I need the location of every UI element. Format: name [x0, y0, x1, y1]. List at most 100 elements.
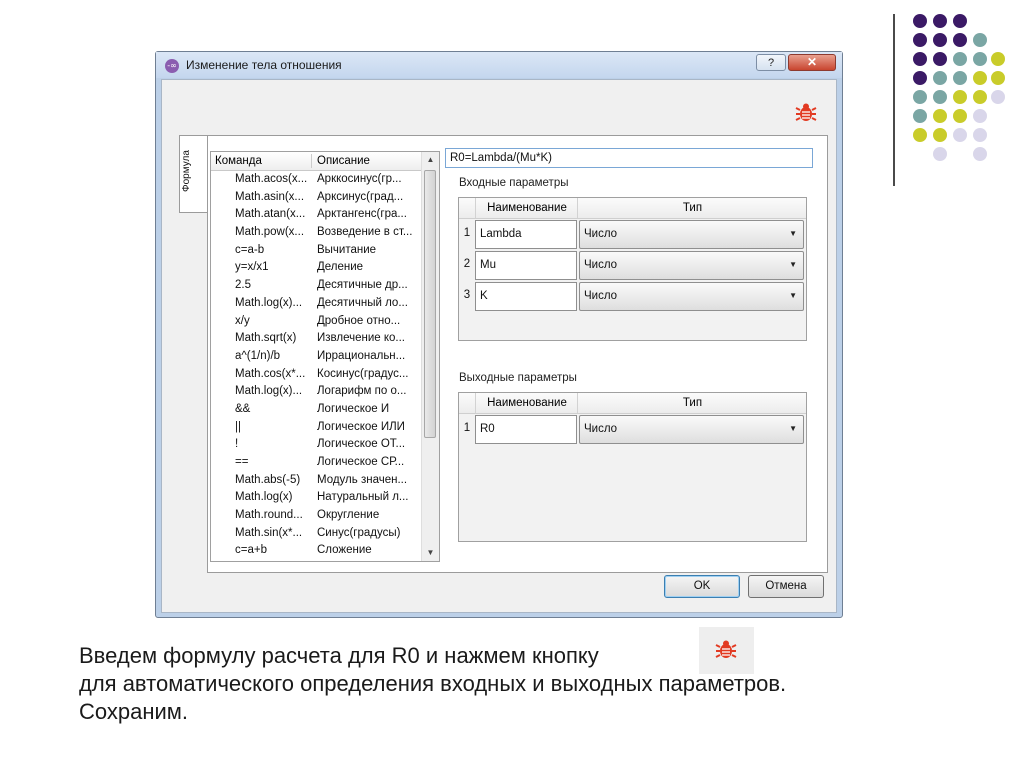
output-params-grid: Наименование Тип 1 R0 Число ▼: [458, 392, 807, 542]
command-cell: y=x/x1: [235, 261, 269, 274]
dropdown-arrow-icon[interactable]: ▼: [789, 229, 797, 238]
command-row[interactable]: Math.log(x)... Десятичный ло...: [211, 295, 422, 313]
row-number: 2: [463, 258, 471, 270]
description-cell: Десятичный ло...: [317, 296, 408, 309]
auto-detect-button[interactable]: [793, 100, 819, 126]
command-cell: Math.round...: [235, 509, 303, 522]
description-cell: Арктангенс(гра...: [317, 208, 407, 221]
cancel-button[interactable]: Отмена: [748, 575, 824, 598]
input-param-row: 3 K Число ▼: [459, 281, 806, 312]
command-cell: Math.pow(x...: [235, 226, 305, 239]
command-row[interactable]: Math.log(x) Натуральный л...: [211, 489, 422, 507]
command-row[interactable]: Math.pow(x... Возведение в ст...: [211, 224, 422, 242]
description-cell: Арксинус(град...: [317, 190, 404, 203]
command-row[interactable]: a^(1/n)/b Иррациональн...: [211, 348, 422, 366]
input-params-label: Входные параметры: [459, 177, 569, 189]
dropdown-arrow-icon[interactable]: ▼: [789, 260, 797, 269]
command-list-header: Команда Описание: [211, 152, 422, 171]
input-params-grid: Наименование Тип 1 Lambda Число ▼ 2 Mu Число ▼ 3…: [458, 197, 807, 341]
command-row[interactable]: c=a+b Сложение: [211, 542, 422, 560]
input-param-type-value: Число: [584, 228, 618, 240]
column-header-type[interactable]: Тип: [577, 198, 807, 218]
scroll-up-arrow-icon[interactable]: ▲: [422, 152, 439, 168]
ok-button[interactable]: OK: [664, 575, 740, 598]
dialog-client: Формула Команда Описание Math.acos(x... А…: [161, 79, 837, 613]
column-header-description[interactable]: Описание: [317, 155, 370, 167]
description-cell: Возведение в ст...: [317, 226, 413, 239]
bug-icon: [795, 103, 817, 121]
output-param-type-select[interactable]: Число ▼: [579, 415, 804, 444]
command-row[interactable]: 2.5 Десятичные др...: [211, 277, 422, 295]
description-cell: Косинус(градус...: [317, 367, 409, 380]
column-header-name[interactable]: Наименование: [475, 198, 578, 218]
input-param-name-field[interactable]: Mu: [475, 251, 577, 280]
command-list[interactable]: Команда Описание Math.acos(x... Арккосину…: [210, 151, 440, 562]
command-cell: Math.sin(x*...: [235, 526, 303, 539]
command-cell: !: [235, 438, 239, 451]
output-param-type-value: Число: [584, 423, 618, 435]
command-cell: ||: [235, 420, 241, 433]
description-cell: Округление: [317, 509, 380, 522]
description-cell: Иррациональн...: [317, 349, 406, 362]
help-button[interactable]: ?: [756, 54, 786, 71]
command-row[interactable]: c=a-b Вычитание: [211, 242, 422, 260]
command-row[interactable]: y=x/x1 Деление: [211, 259, 422, 277]
close-button[interactable]: ✕: [788, 54, 836, 71]
description-cell: Логарифм по о...: [317, 385, 407, 398]
command-list-scrollbar[interactable]: ▲ ▼: [421, 152, 439, 561]
command-row[interactable]: Math.log(x)... Логарифм по о...: [211, 383, 422, 401]
dropdown-arrow-icon[interactable]: ▼: [789, 291, 797, 300]
command-row[interactable]: Math.asin(x... Арксинус(град...: [211, 189, 422, 207]
command-row[interactable]: Math.sqrt(x) Извлечение ко...: [211, 330, 422, 348]
description-cell: Логическое ОТ...: [317, 438, 406, 451]
command-row[interactable]: Math.sin(x*... Синус(градусы): [211, 525, 422, 543]
command-cell: Math.asin(x...: [235, 190, 305, 203]
command-cell: Math.log(x): [235, 491, 293, 504]
scroll-down-arrow-icon[interactable]: ▼: [422, 545, 439, 561]
command-row[interactable]: Math.cos(x*... Косинус(градус...: [211, 366, 422, 384]
command-row[interactable]: x/y Дробное отно...: [211, 313, 422, 331]
dialog-window: -∞ Изменение тела отношения ? ✕ Формула: [155, 51, 843, 618]
input-param-row: 1 Lambda Число ▼: [459, 219, 806, 250]
scroll-thumb[interactable]: [424, 170, 436, 438]
output-param-name-field[interactable]: R0: [475, 415, 577, 444]
bug-icon: [715, 640, 737, 658]
command-row[interactable]: ! Логическое ОТ...: [211, 436, 422, 454]
dropdown-arrow-icon[interactable]: ▼: [789, 424, 797, 433]
command-row[interactable]: Math.round... Округление: [211, 507, 422, 525]
command-cell: Math.atan(x...: [235, 208, 306, 221]
description-cell: Извлечение ко...: [317, 332, 406, 345]
caption-line-3: Сохраним.: [79, 699, 189, 724]
description-cell: Деление: [317, 261, 364, 274]
decorative-divider: [893, 14, 895, 186]
column-header-type[interactable]: Тип: [577, 393, 807, 413]
command-row[interactable]: && Логическое И: [211, 401, 422, 419]
title-bar[interactable]: -∞ Изменение тела отношения ? ✕: [156, 52, 842, 78]
command-row[interactable]: Math.acos(x... Арккосинус(гр...: [211, 171, 422, 189]
tab-formula[interactable]: Формула: [179, 135, 209, 213]
description-cell: Логическое И: [317, 402, 390, 415]
command-row[interactable]: || Логическое ИЛИ: [211, 419, 422, 437]
description-cell: Логическое СР...: [317, 456, 405, 468]
column-header-command[interactable]: Команда: [215, 155, 262, 167]
output-param-row: 1 R0 Число ▼: [459, 414, 806, 445]
description-cell: Синус(градусы): [317, 526, 401, 539]
command-row[interactable]: == Логическое СР...: [211, 454, 422, 472]
command-row[interactable]: Math.atan(x... Арктангенс(гра...: [211, 206, 422, 224]
formula-panel: Команда Описание Math.acos(x... Арккосину…: [207, 135, 828, 573]
description-cell: Десятичные др...: [317, 279, 408, 292]
input-param-type-value: Число: [584, 259, 618, 271]
command-rows: Math.acos(x... Арккосинус(гр... Math.asin(…: [211, 171, 422, 560]
input-param-name-field[interactable]: K: [475, 282, 577, 311]
command-row[interactable]: Math.abs(-5) Модуль значен...: [211, 472, 422, 490]
command-cell: ==: [235, 456, 249, 468]
command-cell: a^(1/n)/b: [235, 349, 281, 362]
description-cell: Модуль значен...: [317, 473, 408, 486]
input-param-name-field[interactable]: Lambda: [475, 220, 577, 249]
input-param-type-select[interactable]: Число ▼: [579, 282, 804, 311]
column-header-name[interactable]: Наименование: [475, 393, 578, 413]
description-cell: Логическое ИЛИ: [317, 420, 405, 433]
formula-input[interactable]: R0=Lambda/(Mu*K): [445, 148, 813, 168]
input-param-type-select[interactable]: Число ▼: [579, 220, 804, 249]
input-param-type-select[interactable]: Число ▼: [579, 251, 804, 280]
